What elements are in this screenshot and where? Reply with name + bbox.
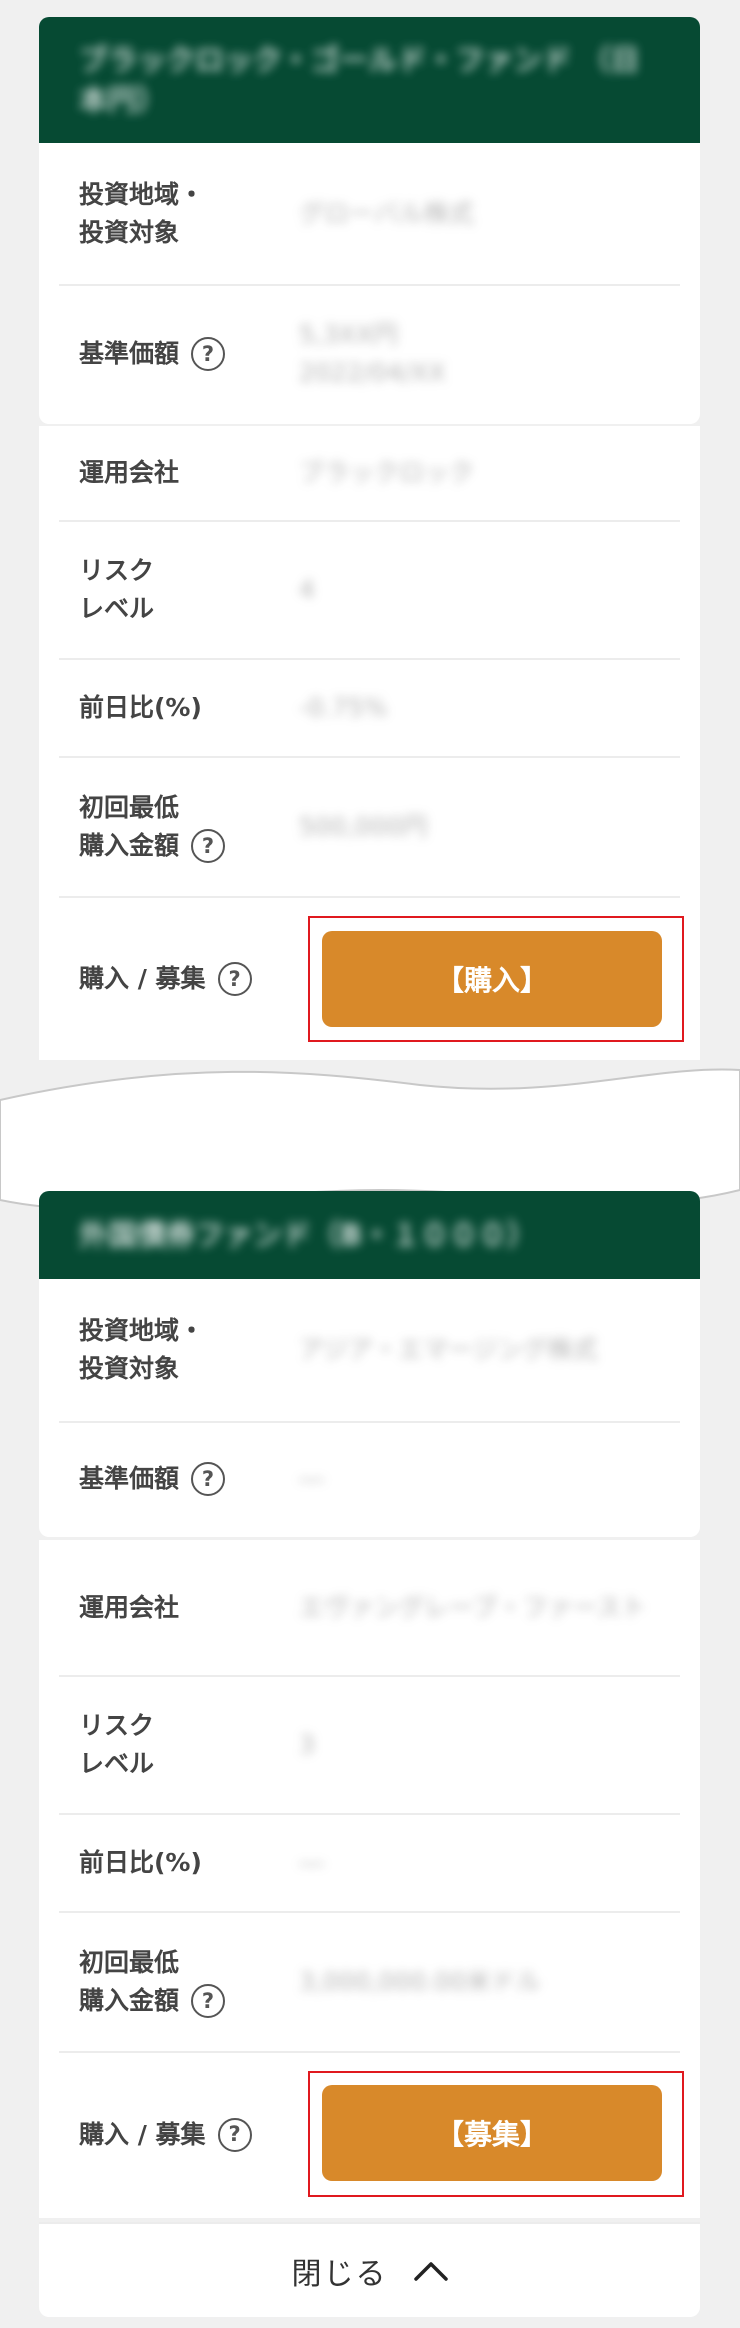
help-icon[interactable]: ? [217,962,252,996]
fund-1-nav-value: 5,3XX円 2022/04/XX [299,320,446,387]
fund-1-risk-row: リスク レベル 4 [59,522,680,660]
close-label: 閉じる [291,2256,388,2292]
fund-card-1-top: ブラックロック・ゴールド・ファンド （日本円） 投資地域・ 投資対象 グローバル… [39,17,700,424]
chevron-up-icon [413,2261,448,2281]
fund-1-region-row: 投資地域・ 投資対象 グローバル株式 [59,143,680,286]
fund-2-region-row: 投資地域・ 投資対象 アジア・エマージング株式 [59,1279,680,1423]
company-label: 運用会社 [79,1592,180,1622]
fund-1-company-row: 運用会社 ブラックロック [59,426,680,522]
change-label: 前日比(%) [79,693,202,722]
fund-card-1-header: ブラックロック・ゴールド・ファンド （日本円） [39,17,700,143]
fund-2-change-value: ― [299,1848,324,1877]
help-icon[interactable]: ? [191,829,226,863]
fund-1-min-row: 初回最低 購入金額? 500,000円 [59,758,680,898]
fund-1-company-value: ブラックロック [299,458,475,487]
nav-label: 基準価額 [79,1464,180,1493]
fund-1-min-value: 500,000円 [299,812,428,841]
help-icon[interactable]: ? [191,1462,226,1496]
close-button[interactable]: 閉じる [39,2222,700,2317]
fund-card-2-header: 外国債券ファンド（B・１０００） [39,1191,700,1279]
company-label: 運用会社 [79,458,180,487]
fund-2-risk-value: 3 [299,1730,315,1759]
purchase-label: 購入 / 募集 [79,964,206,993]
fund-1-risk-value: 4 [299,575,315,604]
help-icon[interactable]: ? [191,1984,226,2018]
fund-1-purchase-button[interactable]: 【購入】 [322,931,662,1027]
region-label: 投資地域・ 投資対象 [79,179,205,247]
fund-1-region-value: グローバル株式 [299,198,474,228]
help-icon[interactable]: ? [217,2117,252,2152]
fund-1-nav-row: 基準価額? 5,3XX円 2022/04/XX [59,286,680,422]
fund-2-change-row: 前日比(%) ― [59,1815,680,1913]
nav-label: 基準価額 [79,339,180,368]
region-label: 投資地域・ 投資対象 [79,1316,205,1383]
fund-2-risk-row: リスク レベル 3 [59,1677,680,1815]
fund-2-region-value: アジア・エマージング株式 [299,1335,598,1364]
fund-1-change-row: 前日比(%) -0.75% [59,660,680,758]
fund-1-change-value: -0.75% [299,693,388,722]
fund-2-recruit-button[interactable]: 【募集】 [322,2085,662,2181]
fund-2-min-row: 初回最低 購入金額? 3,000,000.00米ドル [59,1913,680,2053]
fund-2-min-value: 3,000,000.00米ドル [299,1967,541,1996]
risk-label: リスク レベル [79,556,155,623]
min-amount-label: 初回最低 購入金額 [79,1948,180,2015]
fund-2-nav-value: ― [299,1464,324,1493]
purchase-label: 購入 / 募集 [79,2119,206,2149]
fund-2-company-value: エヴァングレーブ・ファースト [299,1592,647,1622]
fund-2-nav-row: 基準価額? ― [59,1423,680,1535]
fund-2-name: 外国債券ファンド（B・１０００） [79,1218,537,1252]
fund-2-company-row: 運用会社 エヴァングレーブ・ファースト [59,1540,680,1677]
risk-label: リスク レベル [79,1711,155,1778]
fund-1-name: ブラックロック・ゴールド・ファンド （日本円） [79,43,640,117]
help-icon[interactable]: ? [191,337,226,371]
change-label: 前日比(%) [79,1848,202,1877]
fund-card-2-top: 外国債券ファンド（B・１０００） 投資地域・ 投資対象 アジア・エマージング株式… [39,1191,700,1537]
min-amount-label: 初回最低 購入金額 [79,793,180,860]
